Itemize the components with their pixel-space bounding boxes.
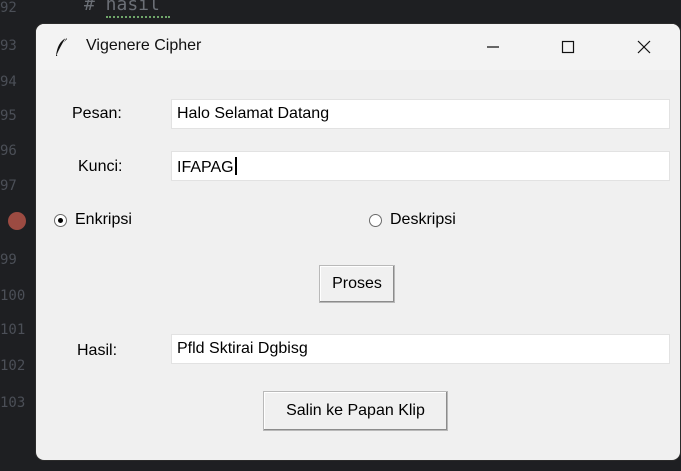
window-title: Vigenere Cipher bbox=[86, 37, 202, 54]
kunci-input-text: IFAPAG bbox=[177, 159, 234, 176]
text-caret bbox=[234, 157, 237, 175]
line-number: 102 bbox=[0, 358, 26, 374]
radio-deskripsi-label: Deskripsi bbox=[390, 211, 456, 228]
pesan-input-text: Halo Selamat Datang bbox=[177, 105, 330, 122]
radio-enkripsi-label: Enkripsi bbox=[75, 211, 132, 228]
line-number: 96 bbox=[0, 143, 17, 159]
kunci-input[interactable]: IFAPAG bbox=[171, 151, 670, 181]
minimize-icon bbox=[487, 46, 499, 48]
radio-enkripsi[interactable]: Enkripsi bbox=[54, 211, 132, 229]
close-button[interactable] bbox=[619, 24, 669, 70]
code-squiggle bbox=[106, 16, 170, 18]
hasil-output-text: Pfld Sktirai Dgbisg bbox=[177, 340, 308, 357]
line-number: 95 bbox=[0, 108, 17, 124]
radio-unchecked-icon bbox=[369, 213, 382, 227]
radio-deskripsi[interactable]: Deskripsi bbox=[369, 211, 456, 229]
close-icon bbox=[637, 40, 651, 54]
vigenere-window: Vigenere Cipher Pesan: Halo Selamat Data… bbox=[36, 24, 680, 460]
line-number: 100 bbox=[0, 288, 26, 304]
kunci-label: Kunci: bbox=[78, 158, 123, 175]
line-number: 94 bbox=[0, 74, 17, 90]
line-number: 101 bbox=[0, 322, 26, 338]
radio-checked-icon bbox=[54, 213, 67, 227]
code-snippet: # hasil bbox=[84, 0, 160, 15]
pesan-label: Pesan: bbox=[72, 105, 122, 122]
hasil-label: Hasil: bbox=[77, 342, 118, 359]
maximize-button[interactable] bbox=[543, 24, 593, 70]
breakpoint-icon[interactable] bbox=[8, 212, 26, 230]
minimize-button[interactable] bbox=[468, 24, 518, 70]
feather-icon bbox=[56, 37, 67, 56]
line-number: 92 bbox=[0, 0, 17, 16]
line-number: 97 bbox=[0, 178, 17, 194]
line-number: 93 bbox=[0, 38, 17, 54]
line-number: 99 bbox=[0, 252, 17, 268]
maximize-icon bbox=[561, 40, 575, 54]
pesan-input[interactable]: Halo Selamat Datang bbox=[171, 99, 670, 129]
hasil-output[interactable]: Pfld Sktirai Dgbisg bbox=[171, 334, 670, 364]
title-bar[interactable]: Vigenere Cipher bbox=[36, 24, 680, 70]
proses-button[interactable]: Proses bbox=[319, 265, 395, 303]
copy-to-clipboard-button[interactable]: Salin ke Papan Klip bbox=[263, 391, 448, 431]
line-number: 103 bbox=[0, 395, 26, 411]
editor-gutter: 92 93 94 95 96 97 99 100 101 102 103 bbox=[0, 0, 36, 471]
